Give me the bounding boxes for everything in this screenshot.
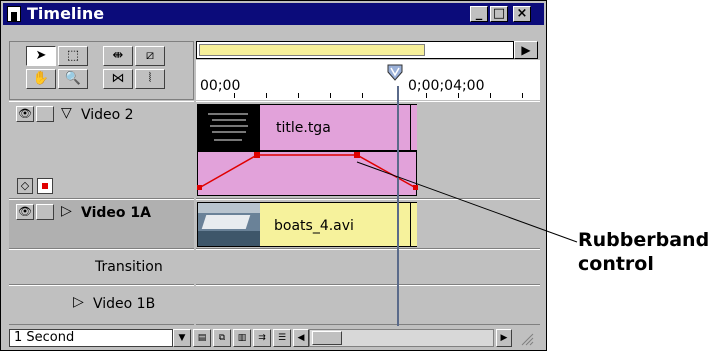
track-area-video-1b[interactable] — [196, 285, 540, 325]
scrollbar-thumb[interactable] — [312, 331, 342, 345]
clip-name: title.tga — [276, 120, 331, 136]
callout-line-2: control — [578, 253, 654, 275]
timeline-navigator[interactable] — [196, 41, 514, 59]
cross-fade-tool-icon[interactable]: ⋈ — [103, 69, 133, 89]
edit-line-marker-icon[interactable] — [387, 64, 403, 86]
track-name: Video 1B — [93, 296, 156, 312]
chevron-down-icon[interactable]: ▼ — [173, 329, 191, 347]
rubberband-toggle-icon[interactable] — [37, 178, 53, 194]
visible-range-slider[interactable] — [199, 44, 425, 56]
track-name: Transition — [95, 259, 163, 275]
razor-tool-icon[interactable]: ⧄ — [135, 46, 165, 66]
toggle-shift-tracks-icon[interactable]: ▥ — [233, 329, 251, 347]
track-name: Video 2 — [81, 107, 134, 123]
keyframe-diamond-icon[interactable]: ◇ — [17, 178, 33, 194]
track-options-icon[interactable]: ▤ — [193, 329, 211, 347]
scroll-right-arrow-icon[interactable]: ▶ — [496, 329, 512, 347]
track-header-transition[interactable]: Transition — [9, 249, 194, 285]
ruler-start-label: 00;00 — [200, 78, 241, 94]
lock-toggle[interactable] — [36, 204, 54, 220]
track-collapse-icon[interactable]: ▷ — [73, 294, 84, 310]
edit-line-tool-icon[interactable]: ⦚ — [135, 69, 165, 89]
rubberband-callout: Rubberband control — [578, 228, 709, 276]
track-area-transition[interactable] — [196, 249, 540, 285]
ripple-edit-tool-icon[interactable]: ⇼ — [103, 46, 133, 66]
navigator-right-arrow-icon[interactable]: ▶ — [514, 41, 538, 59]
track-collapse-icon[interactable]: ▷ — [61, 203, 72, 219]
track-name: Video 1A — [81, 205, 151, 221]
track-header-video-1b[interactable]: ▷ Video 1B — [9, 285, 194, 325]
track-expand-icon[interactable]: ▽ — [61, 105, 72, 121]
track-header-video-1a[interactable]: 👁 ▷ Video 1A — [9, 199, 194, 249]
close-button[interactable]: × — [513, 6, 531, 22]
eye-icon[interactable]: 👁 — [16, 106, 34, 122]
zoom-tool-icon[interactable]: 🔍 — [58, 69, 88, 89]
ruler-marker-label: 0;00;04;00 — [408, 78, 485, 94]
track-header-video-2[interactable]: 👁 ▽ Video 2 ◇ — [9, 101, 194, 199]
time-scale-select[interactable]: 1 Second — [9, 329, 173, 347]
eye-icon[interactable]: 👁 — [16, 204, 34, 220]
window-title: Timeline — [27, 4, 105, 23]
clip-title-tga[interactable]: title.tga — [197, 104, 417, 151]
timeline-app-icon — [7, 6, 21, 22]
scroll-left-arrow-icon[interactable]: ◀ — [293, 329, 309, 347]
time-ruler[interactable]: 00;00 0;00;04;00 — [196, 60, 540, 100]
callout-line-1: Rubberband — [578, 229, 710, 251]
lock-toggle[interactable] — [36, 106, 54, 122]
status-bar: 1 Second ▼ ▤ ⧉ ▥ ⇉ ☰ ◀ ▶ — [9, 329, 540, 347]
toggle-snap-icon[interactable]: ⧉ — [213, 329, 231, 347]
minimize-button[interactable]: _ — [470, 6, 488, 22]
callout-leader-line — [356, 161, 578, 243]
clip-name: boats_4.avi — [274, 218, 354, 234]
clip-thumbnail — [198, 105, 260, 150]
resize-grip-icon[interactable] — [518, 331, 534, 346]
title-bar[interactable]: Timeline _ □ × — [3, 3, 544, 25]
horizontal-scrollbar[interactable] — [309, 329, 494, 347]
range-select-tool-icon[interactable]: ⬚ — [58, 46, 88, 66]
toggle-sync-mode-icon[interactable]: ⇉ — [253, 329, 271, 347]
selection-tool-icon[interactable]: ➤ — [26, 46, 56, 66]
maximize-button[interactable]: □ — [490, 6, 508, 22]
toggle-edge-view-icon[interactable]: ☰ — [273, 329, 291, 347]
clip-thumbnail — [198, 203, 260, 246]
hand-tool-icon[interactable]: ✋ — [26, 69, 56, 89]
